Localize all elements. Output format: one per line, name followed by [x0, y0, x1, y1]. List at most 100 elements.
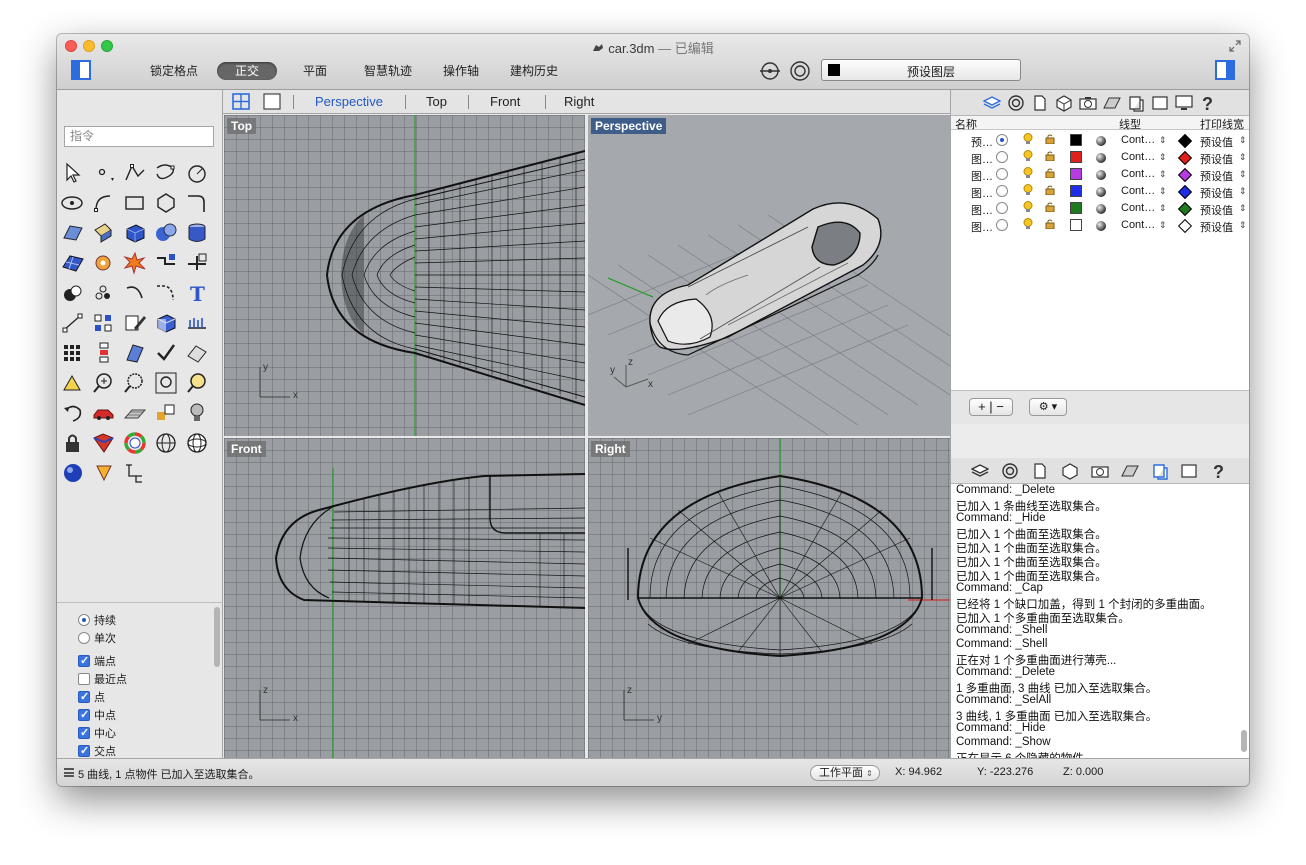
- material-tool-icon[interactable]: [91, 430, 117, 456]
- tab-top[interactable]: Top: [426, 94, 447, 109]
- viewport-perspective[interactable]: Perspective x y z: [588, 115, 950, 436]
- viewport-tab-icon-2[interactable]: [1180, 462, 1198, 480]
- fullscreen-icon[interactable]: [1229, 40, 1241, 52]
- bulb-icon[interactable]: [1023, 184, 1033, 199]
- ortho-toggle[interactable]: 正交: [217, 62, 277, 80]
- layer-name[interactable]: 图…: [971, 185, 993, 201]
- osnap-end-row[interactable]: 端点: [78, 653, 116, 670]
- layer-row[interactable]: 图… Cont… ⇕ 预设值 ⇕: [951, 183, 1249, 200]
- osnap-scrollbar[interactable]: [214, 607, 220, 667]
- layer-linetype[interactable]: Cont…: [1121, 219, 1155, 231]
- layer-print-width[interactable]: 预设值: [1200, 134, 1233, 150]
- osnap-oneshot-radio[interactable]: [78, 632, 90, 644]
- layers-tab-icon-2[interactable]: [971, 462, 989, 480]
- print-width-stepper-icon[interactable]: ⇕: [1239, 203, 1247, 214]
- linetype-stepper-icon[interactable]: ⇕: [1159, 169, 1167, 180]
- document-tab-icon[interactable]: [1031, 94, 1049, 112]
- analyze-tool-icon[interactable]: [184, 310, 210, 336]
- layer-linetype[interactable]: Cont…: [1121, 134, 1155, 146]
- cplane-select[interactable]: 工作平面 ⇕: [810, 765, 880, 781]
- osnap-persistent-radio[interactable]: [78, 614, 90, 626]
- wire-sphere-tool-icon[interactable]: [153, 430, 179, 456]
- tab-front[interactable]: Front: [490, 94, 520, 109]
- osnap-int-checkbox[interactable]: [78, 743, 90, 759]
- light-bulb-tool-icon[interactable]: [184, 400, 210, 426]
- help-tab-icon-2[interactable]: ?: [1210, 462, 1228, 480]
- select-tool-icon[interactable]: [60, 160, 86, 186]
- layer-current-radio[interactable]: [996, 219, 1008, 231]
- light-cone-tool-icon[interactable]: [60, 370, 86, 396]
- array-tool-icon[interactable]: [91, 310, 117, 336]
- material-ball-icon[interactable]: [1096, 204, 1106, 214]
- lock-tool-icon[interactable]: [60, 430, 86, 456]
- gumball-toggle[interactable]: 操作轴: [443, 62, 479, 80]
- transform-tool-icon[interactable]: [122, 340, 148, 366]
- layer-print-width[interactable]: 预设值: [1200, 219, 1233, 235]
- mesh-tool-icon[interactable]: [60, 250, 86, 276]
- viewport-top[interactable]: Top x y: [224, 115, 585, 436]
- osnap-mid-row[interactable]: 中点: [78, 707, 116, 724]
- lock-icon[interactable]: [1045, 168, 1055, 181]
- layer-color-swatch[interactable]: [1070, 134, 1082, 146]
- layer-options-button[interactable]: ⚙ ▾: [1029, 398, 1067, 416]
- curve-tool-icon[interactable]: [153, 160, 179, 186]
- render-tab-icon-2[interactable]: [1121, 462, 1139, 480]
- layer-linetype[interactable]: Cont…: [1121, 185, 1155, 197]
- osnap-end-checkbox[interactable]: [78, 653, 90, 669]
- lock-icon[interactable]: [1045, 151, 1055, 164]
- lock-icon[interactable]: [1045, 219, 1055, 232]
- zoom-extents-tool-icon[interactable]: [153, 370, 179, 396]
- layer-name[interactable]: 预…: [971, 134, 993, 150]
- gumball-icon[interactable]: [759, 61, 781, 81]
- gear-tool-icon[interactable]: [91, 250, 117, 276]
- linetype-stepper-icon[interactable]: ⇕: [1159, 203, 1167, 214]
- command-history-tab-icon[interactable]: [1151, 462, 1169, 480]
- layer-name[interactable]: 图…: [971, 219, 993, 235]
- point-tool-icon[interactable]: [91, 160, 117, 186]
- display-tab-icon[interactable]: [1007, 94, 1025, 112]
- trim-tool-icon[interactable]: [184, 250, 210, 276]
- layer-name[interactable]: 图…: [971, 168, 993, 184]
- distribute-tool-icon[interactable]: [91, 340, 117, 366]
- polyline-tool-icon[interactable]: [122, 160, 148, 186]
- toggle-right-panel-button[interactable]: [1215, 60, 1235, 80]
- layer-color-swatch[interactable]: [1070, 151, 1082, 163]
- surface-tool-icon[interactable]: [60, 220, 86, 246]
- print-width-stepper-icon[interactable]: ⇕: [1239, 186, 1247, 197]
- print-width-stepper-icon[interactable]: ⇕: [1239, 169, 1247, 180]
- render-tab-icon[interactable]: [1103, 94, 1121, 112]
- document-tab-icon-2[interactable]: [1031, 462, 1049, 480]
- print-color-diamond[interactable]: [1177, 184, 1193, 200]
- single-viewport-layout-icon[interactable]: [263, 93, 281, 110]
- layers-tab-icon[interactable]: [983, 94, 1001, 112]
- rotate-view-tool-icon[interactable]: [60, 400, 86, 426]
- material-ball-icon[interactable]: [1096, 221, 1106, 231]
- history-scrollbar[interactable]: [1241, 730, 1247, 752]
- current-layer-select[interactable]: 预设图层: [821, 59, 1021, 81]
- ground-plane-tool-icon[interactable]: [122, 400, 148, 426]
- layers-col-print-width[interactable]: 打印线宽: [1200, 116, 1244, 132]
- viewport-right[interactable]: Right y z: [588, 438, 950, 758]
- check-tool-icon[interactable]: [153, 340, 179, 366]
- curve-edit-tool-icon[interactable]: [122, 280, 148, 306]
- layer-color-swatch[interactable]: [1070, 185, 1082, 197]
- layer-color-swatch[interactable]: [1070, 219, 1082, 231]
- display-tab-icon-2[interactable]: [1001, 462, 1019, 480]
- add-remove-layer-button[interactable]: + | −: [969, 398, 1013, 416]
- status-menu-icon[interactable]: [64, 768, 74, 777]
- layer-current-radio[interactable]: [996, 185, 1008, 197]
- layer-print-width[interactable]: 预设值: [1200, 168, 1233, 184]
- print-color-diamond[interactable]: [1177, 167, 1193, 183]
- layer-print-width[interactable]: 预设值: [1200, 185, 1233, 201]
- cylinder-tool-icon[interactable]: [184, 220, 210, 246]
- tab-perspective[interactable]: Perspective: [315, 94, 383, 109]
- bulb-icon[interactable]: [1023, 218, 1033, 233]
- boolean-tool-icon[interactable]: [60, 280, 86, 306]
- linetype-stepper-icon[interactable]: ⇕: [1159, 186, 1167, 197]
- render-object-tool-icon[interactable]: [184, 340, 210, 366]
- lock-icon[interactable]: [1045, 185, 1055, 198]
- smart-track-toggle[interactable]: 智慧轨迹: [364, 62, 412, 80]
- osnap-point-row[interactable]: 点: [78, 689, 105, 706]
- spotlight-tool-icon[interactable]: [91, 460, 117, 486]
- layers-col-name[interactable]: 名称: [955, 116, 977, 132]
